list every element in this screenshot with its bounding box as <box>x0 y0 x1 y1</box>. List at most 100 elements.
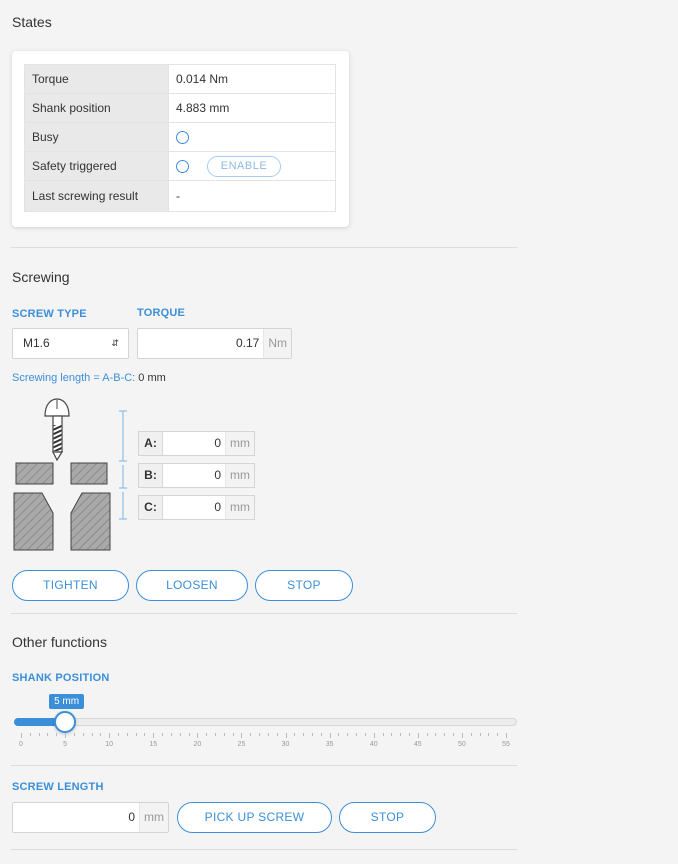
c-field-unit: mm <box>225 496 254 519</box>
tick-label: 0 <box>19 741 23 748</box>
select-caret-icon: ⇵ <box>111 338 119 348</box>
minor-tick <box>215 733 216 736</box>
b-field-label: B: <box>139 464 163 487</box>
minor-tick <box>144 733 146 736</box>
minor-tick <box>250 733 252 736</box>
screw-length-label: SCREW LENGTH <box>12 781 104 793</box>
a-field-unit: mm <box>225 432 254 455</box>
minor-tick <box>444 733 446 736</box>
screwing-title: Screwing <box>12 269 70 285</box>
divider <box>11 765 517 766</box>
minor-tick <box>382 733 384 736</box>
minor-tick <box>56 733 58 736</box>
minor-tick <box>356 733 358 736</box>
row-value: - <box>168 180 336 212</box>
table-row: Last screwing result - <box>24 180 336 212</box>
b-field-value: 0 <box>214 468 221 482</box>
major-tick <box>285 733 287 738</box>
stop-screwing-button[interactable]: STOP <box>255 570 353 601</box>
shank-slider-track[interactable] <box>14 718 517 726</box>
minor-tick <box>470 733 472 736</box>
major-tick <box>417 733 419 738</box>
table-row: Torque 0.014 Nm <box>24 64 336 94</box>
enable-button[interactable]: ENABLE <box>207 155 281 177</box>
tick-label: 30 <box>281 741 290 748</box>
minor-tick <box>38 733 40 736</box>
minor-tick <box>223 733 225 736</box>
minor-tick <box>338 733 340 736</box>
states-table: Torque 0.014 Nm Shank position 4.883 mm … <box>24 64 336 212</box>
minor-tick <box>409 733 410 736</box>
minor-tick <box>435 733 437 736</box>
b-field[interactable]: B: 0 mm <box>138 463 255 488</box>
major-tick <box>197 733 199 738</box>
busy-indicator-cell <box>168 122 336 152</box>
safety-cell: ENABLE <box>168 151 336 181</box>
c-field[interactable]: C: 0 mm <box>138 495 255 520</box>
screw-diagram <box>13 398 127 551</box>
tick-label: 10 <box>105 741 114 748</box>
divider <box>11 849 517 850</box>
c-field-value: 0 <box>214 500 221 514</box>
row-value: 4.883 mm <box>168 93 336 123</box>
divider <box>11 613 517 614</box>
table-row: Busy <box>24 122 336 152</box>
tick-label: 5 <box>63 741 68 748</box>
screw-length-unit: mm <box>139 803 168 832</box>
tick-label: 45 <box>413 741 422 748</box>
loosen-button[interactable]: LOOSEN <box>136 570 248 601</box>
major-tick <box>21 733 22 738</box>
stop-pickup-button[interactable]: STOP <box>339 802 436 833</box>
states-title: States <box>12 14 52 30</box>
torque-unit: Nm <box>263 329 291 358</box>
minor-tick <box>497 733 499 736</box>
major-tick <box>329 733 331 738</box>
table-row: Shank position 4.883 mm <box>24 93 336 123</box>
pick-up-screw-button[interactable]: PICK UP SCREW <box>177 802 332 833</box>
major-tick <box>153 733 155 738</box>
minor-tick <box>259 733 261 736</box>
tick-label: 55 <box>502 741 510 748</box>
screw-type-select[interactable]: M1.6 ⇵ <box>12 328 129 359</box>
torque-input[interactable]: 0.17 Nm <box>137 328 292 359</box>
minor-tick <box>453 733 455 736</box>
row-value: 0.014 Nm <box>168 64 336 94</box>
safety-indicator-icon <box>176 159 189 173</box>
major-tick <box>373 733 375 738</box>
minor-tick <box>488 733 490 736</box>
major-tick <box>65 733 67 738</box>
tick-label: 20 <box>193 741 202 748</box>
screw-type-value: M1.6 <box>23 336 50 350</box>
row-label: Busy <box>24 122 169 152</box>
tighten-button[interactable]: TIGHTEN <box>12 570 129 601</box>
screw-length-value: 0 <box>128 810 135 824</box>
minor-tick <box>206 733 208 736</box>
tick-label: 25 <box>237 741 246 748</box>
shank-position-label: SHANK POSITION <box>12 672 110 684</box>
screwing-length-text: Screwing length = A-B-C: 0 mm <box>12 372 166 384</box>
minor-tick <box>391 733 393 736</box>
major-tick <box>461 733 463 738</box>
screw-length-input[interactable]: 0 mm <box>12 802 169 833</box>
a-field[interactable]: A: 0 mm <box>138 431 255 456</box>
minor-tick <box>294 733 296 736</box>
screwing-length-prefix: Screwing length = A-B-C: <box>12 372 136 384</box>
minor-tick <box>426 733 428 736</box>
minor-tick <box>29 733 31 736</box>
busy-indicator-icon <box>176 131 189 145</box>
minor-tick <box>303 733 305 736</box>
c-field-label: C: <box>139 496 163 519</box>
a-field-value: 0 <box>214 436 221 450</box>
tick-label: 15 <box>149 741 158 748</box>
minor-tick <box>118 733 119 736</box>
minor-tick <box>47 733 49 736</box>
minor-tick <box>170 733 172 736</box>
minor-tick <box>276 733 278 736</box>
minor-tick <box>312 733 313 736</box>
minor-tick <box>188 733 190 736</box>
other-functions-title: Other functions <box>12 634 107 650</box>
major-tick <box>241 733 243 738</box>
minor-tick <box>232 733 234 736</box>
shank-slider-handle[interactable] <box>54 711 77 733</box>
row-label: Last screwing result <box>24 180 169 212</box>
